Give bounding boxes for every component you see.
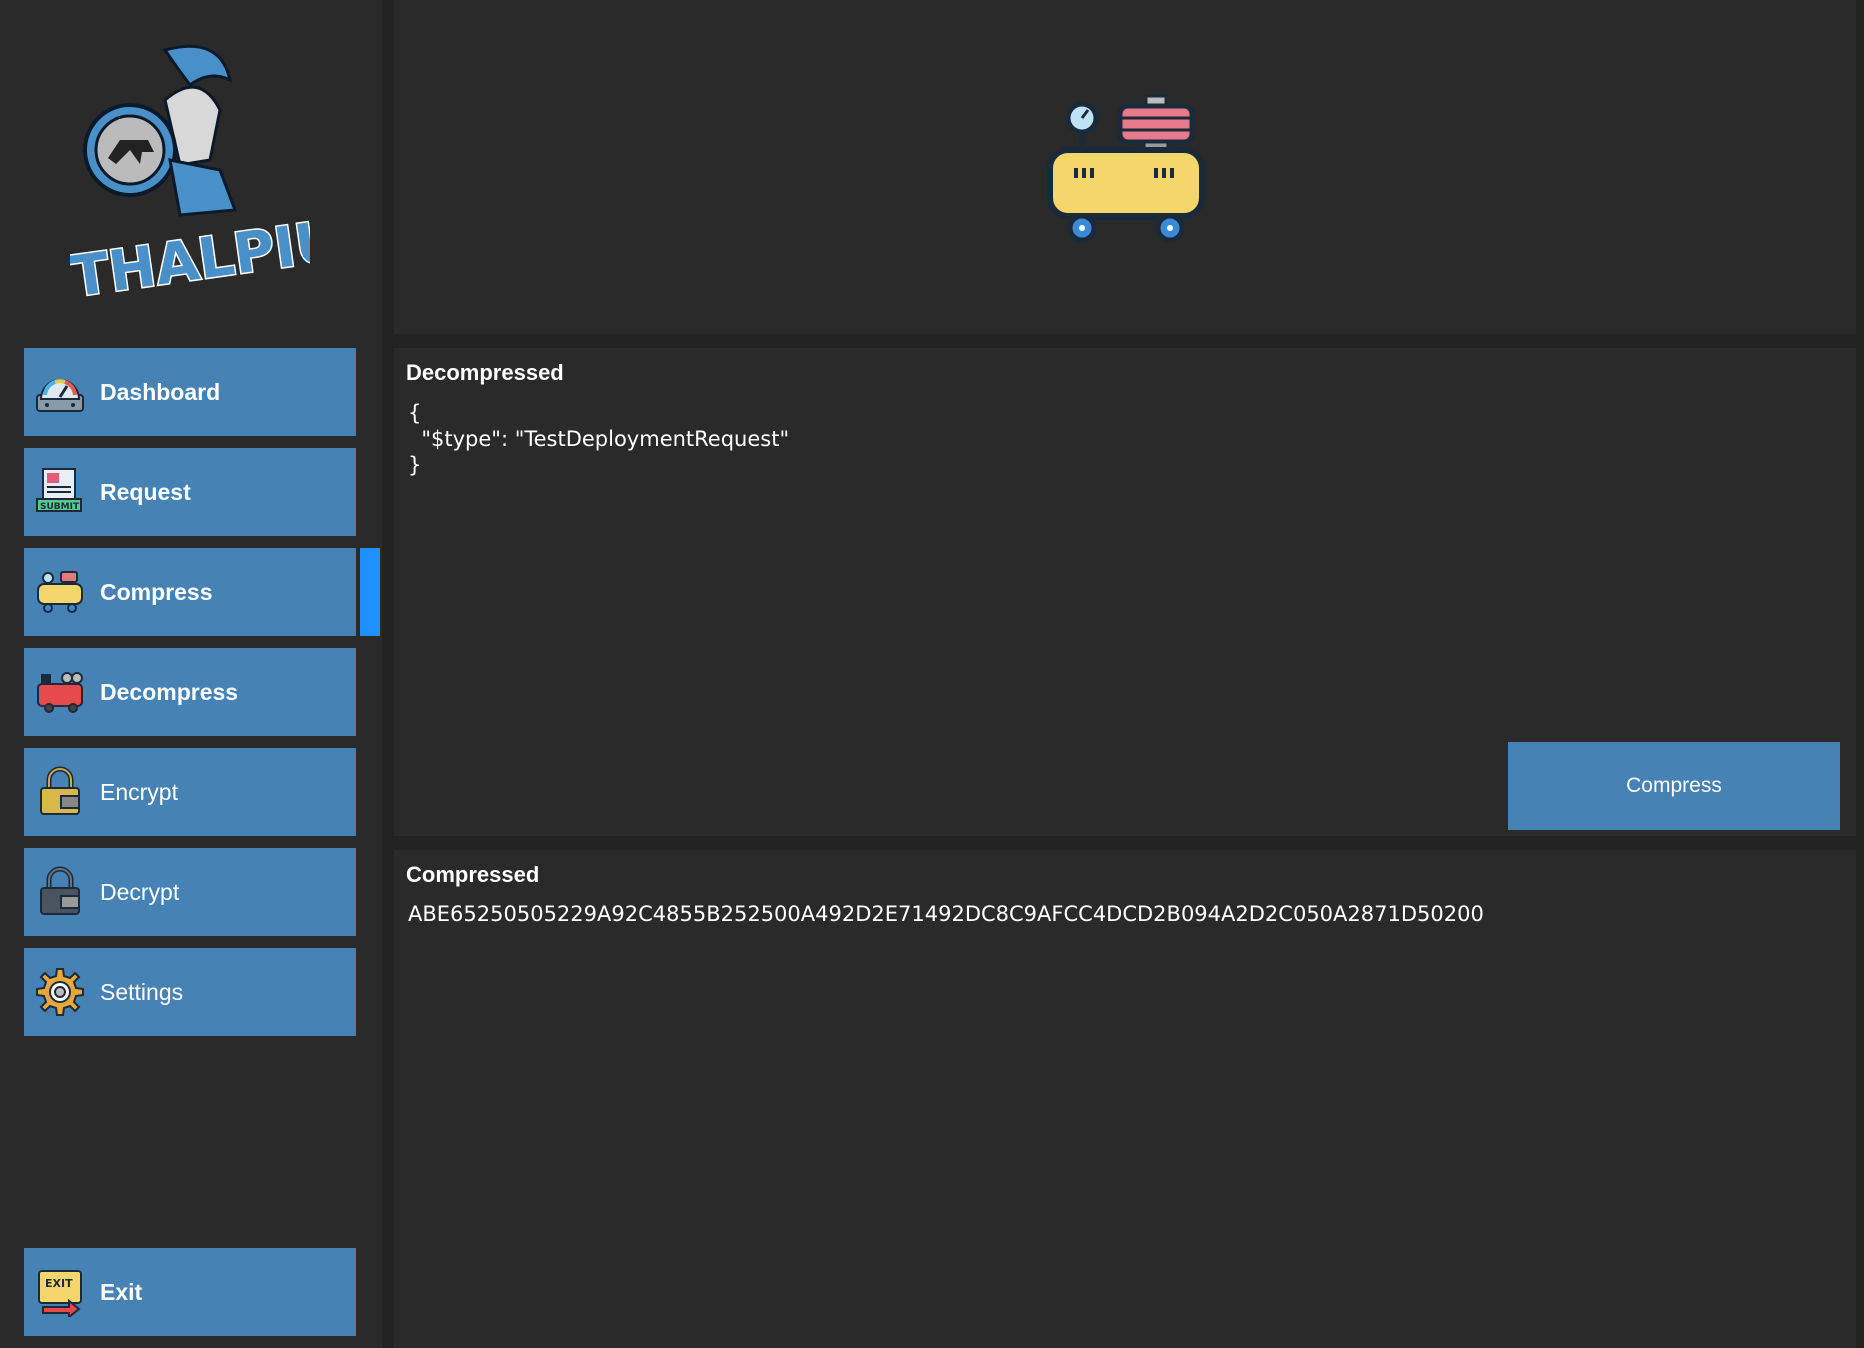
sidebar-item-decrypt[interactable]: Decrypt <box>24 848 356 936</box>
sidebar-item-encrypt[interactable]: Encrypt <box>24 748 356 836</box>
sidebar-item-label: Request <box>100 478 191 505</box>
sidebar-item-label: Encrypt <box>100 778 178 805</box>
decompressed-panel: Decompressed { "$type": "TestDeploymentR… <box>394 348 1856 836</box>
sidebar-item-dashboard[interactable]: Dashboard <box>24 348 356 436</box>
padlock-icon <box>34 766 86 818</box>
sidebar-item-label: Settings <box>100 978 184 1005</box>
sidebar-item-decompress[interactable]: Decompress <box>24 648 356 736</box>
air-compressor-hero-icon <box>1047 94 1205 243</box>
submit-form-icon: SUBMIT <box>34 466 86 518</box>
sidebar-item-label: Dashboard <box>100 378 221 405</box>
compressed-output[interactable]: ABE65250505229A92C4855B252500A492D2E7149… <box>408 902 1484 926</box>
sidebar-item-settings[interactable]: Settings <box>24 948 356 1036</box>
sidebar-item-compress[interactable]: Compress <box>24 548 356 636</box>
exit-label: Exit <box>100 1278 143 1305</box>
sidebar-item-label: Compress <box>100 578 213 605</box>
sidebar-item-label: Decrypt <box>100 878 180 905</box>
air-compressor-icon <box>34 566 86 618</box>
sidebar-item-exit[interactable]: EXIT Exit <box>24 1248 356 1336</box>
svg-text:EXIT: EXIT <box>45 1277 73 1290</box>
red-compressor-icon <box>34 666 86 718</box>
exit-icon: EXIT <box>34 1266 86 1318</box>
compressed-title: Compressed <box>406 862 540 887</box>
gauge-icon <box>34 366 86 418</box>
sidebar-item-request[interactable]: SUBMIT Request <box>24 448 356 536</box>
gear-icon <box>34 966 86 1018</box>
sidebar: THALPIUS Dashboard SUBMIT Request Compre… <box>0 0 382 1348</box>
thalpius-logo: THALPIUS <box>70 44 310 310</box>
compress-button[interactable]: Compress <box>1508 742 1840 830</box>
decompressed-input[interactable]: { "$type": "TestDeploymentRequest" } <box>408 400 789 478</box>
sidebar-item-label: Decompress <box>100 678 239 705</box>
active-indicator <box>360 548 380 636</box>
svg-text:SUBMIT: SUBMIT <box>40 502 80 512</box>
compressed-panel: Compressed ABE65250505229A92C4855B252500… <box>394 850 1856 1348</box>
dark-padlock-icon <box>34 866 86 918</box>
logo-text: THALPIUS <box>70 203 310 310</box>
decompressed-title: Decompressed <box>406 360 564 385</box>
header-panel <box>394 0 1856 334</box>
